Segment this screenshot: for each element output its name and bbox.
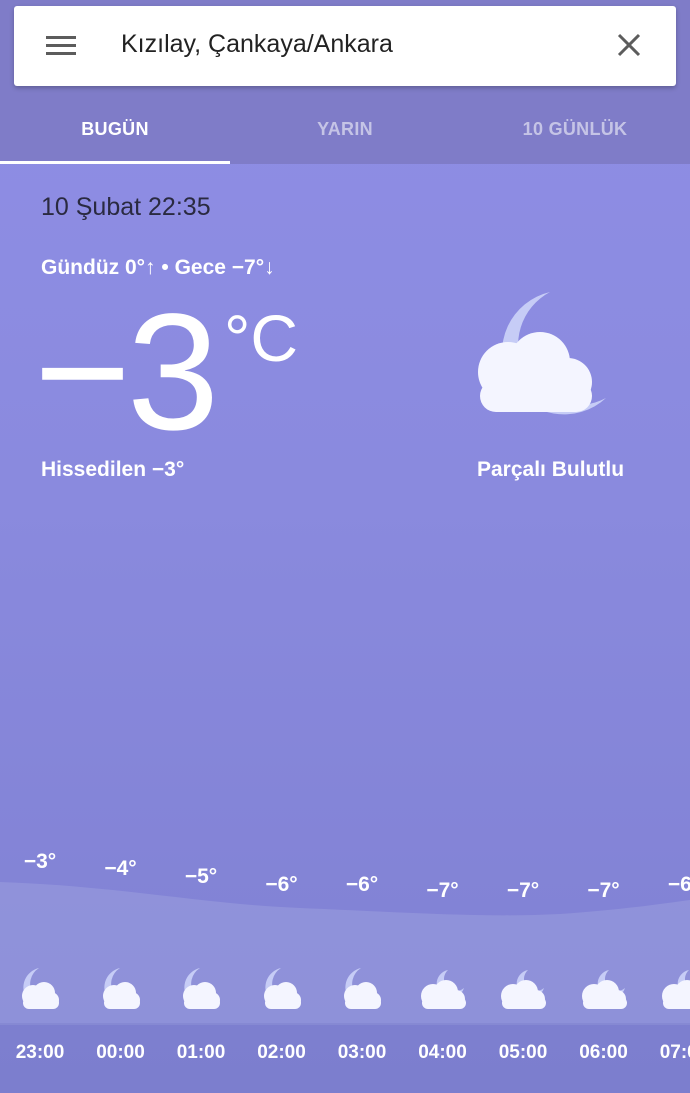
current-temperature: −3 [34,280,219,465]
cloud-moon-icon [498,964,548,1014]
active-tab-indicator [0,161,230,164]
moon-cloud-icon [337,964,387,1014]
hourly-time: 03:00 [337,1042,387,1063]
condition-text: Parçalı Bulutlu [477,458,625,481]
hourly-temp: −7° [506,879,540,902]
hourly-time: 23:00 [15,1042,65,1063]
hourly-time: 07:00 [659,1042,690,1063]
day-night-range: Gündüz 0°↑ • Gece −7°↓ [41,256,275,279]
feels-like: Hissedilen −3° [41,458,185,481]
tab-10-day[interactable]: 10 GÜNLÜK [460,94,690,164]
moon-cloud-icon [15,964,65,1014]
tab-tomorrow-label: YARIN [317,118,373,139]
tab-today-label: BUGÜN [81,118,149,139]
hourly-temp: −4° [104,857,137,880]
temperature-unit: °C [224,301,299,375]
tab-10-day-label: 10 GÜNLÜK [522,118,628,139]
hourly-temp: −6° [265,873,298,896]
hourly-time: 04:00 [418,1042,467,1063]
hourly-temp: −7° [587,879,620,902]
hourly-temp: −3° [23,850,57,873]
hourly-time: 02:00 [257,1042,306,1063]
location-text[interactable]: Kızılay, Çankaya/Ankara [121,30,393,59]
menu-icon[interactable] [44,31,78,61]
tab-today[interactable]: BUGÜN [0,94,230,164]
cloud-moon-icon [659,964,690,1014]
moon-cloud-icon [257,964,307,1014]
location-search-bar[interactable]: Kızılay, Çankaya/Ankara [14,6,676,86]
app-header: Kızılay, Çankaya/Ankara BUGÜN YARIN 10 G… [0,0,690,164]
hourly-time: 01:00 [176,1042,226,1063]
hourly-temp: −7° [426,879,459,902]
hourly-time: 06:00 [579,1042,628,1063]
cloud-moon-icon [418,964,468,1014]
moon-cloud-icon [96,964,146,1014]
hourly-time: 00:00 [96,1042,145,1063]
close-icon[interactable] [612,28,646,62]
moon-cloud-icon [176,964,226,1014]
hourly-temp: −6° [345,873,379,896]
cloud-moon-icon [579,964,629,1014]
hourly-temp: −6° [667,873,690,896]
hourly-temp: −5° [184,865,218,888]
partly-cloudy-night-icon [478,292,606,415]
tab-tomorrow[interactable]: YARIN [230,94,460,164]
current-datetime: 10 Şubat 22:35 [41,193,211,221]
hourly-time: 05:00 [498,1042,548,1063]
tab-bar: BUGÜN YARIN 10 GÜNLÜK [0,94,690,164]
